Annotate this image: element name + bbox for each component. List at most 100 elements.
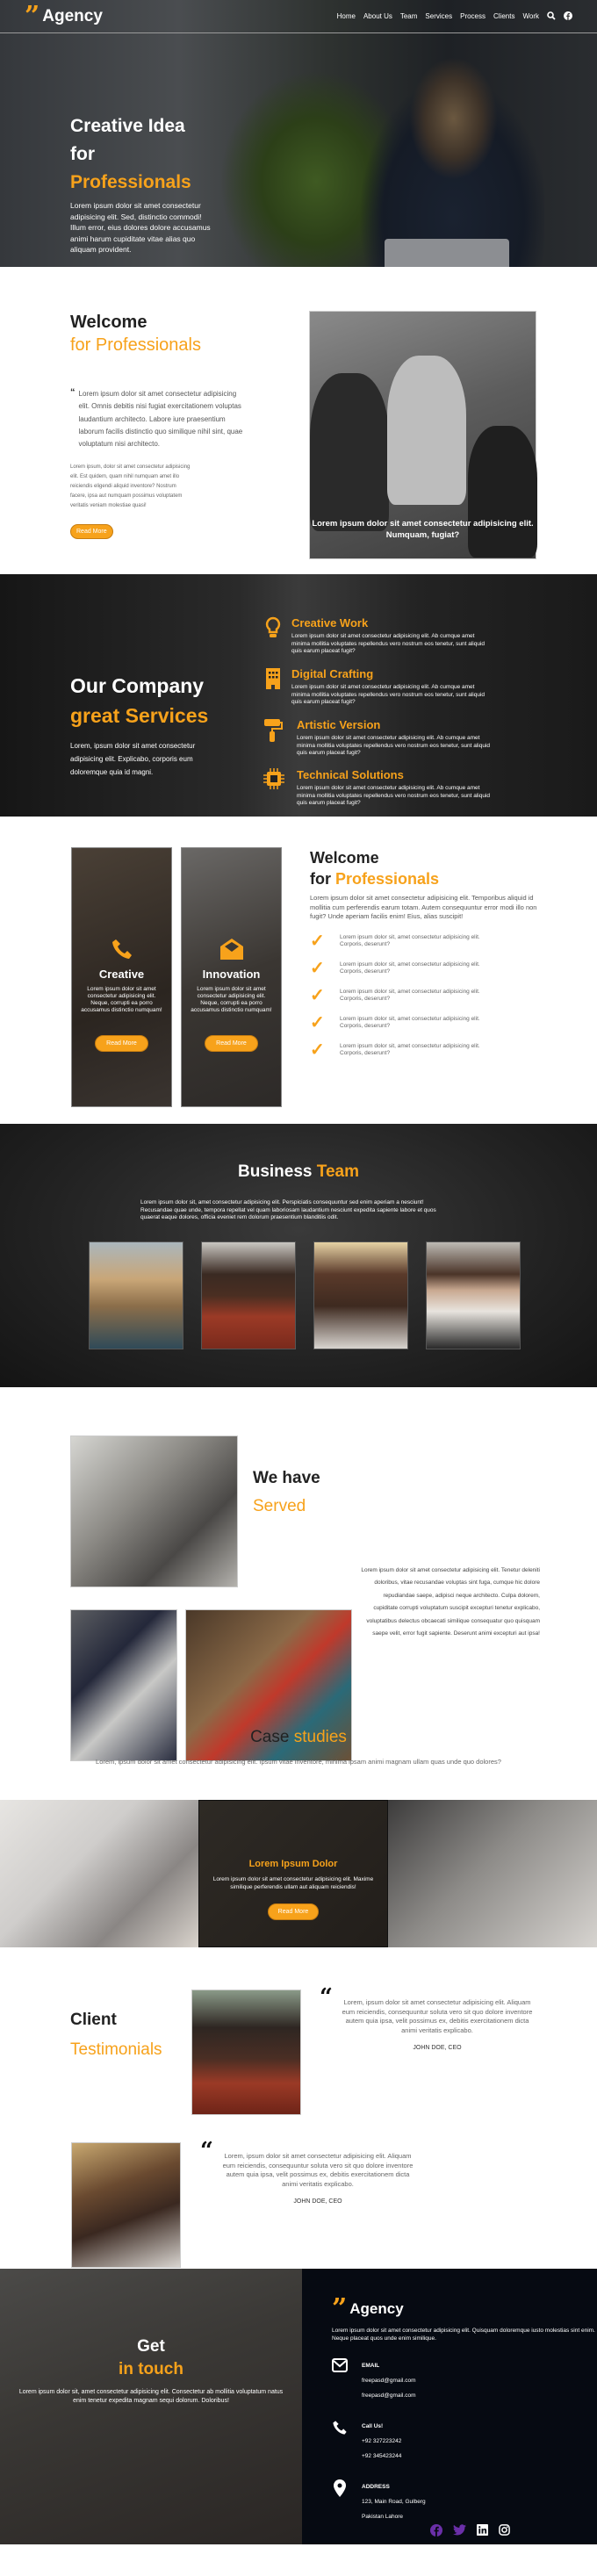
services-intro: Our Company great Services Lorem, ipsum … xyxy=(70,671,211,779)
checkmark-icon: ✓ xyxy=(310,931,325,951)
welcome-section: Welcome for Professionals “ Lorem ipsum … xyxy=(0,267,597,574)
team-title-main: Business xyxy=(238,1162,317,1181)
case-lead: Lorem, ipsum dolor sit amet consectetur … xyxy=(96,1758,501,1766)
welcome-quote-text: Lorem ipsum dolor sit amet consectetur a… xyxy=(78,390,243,449)
services-text: Lorem, ipsum dolor sit amet consectetur … xyxy=(70,742,196,776)
hero-title-line2: for xyxy=(70,144,95,164)
contact-address-line: 123, Main Road, Gulberg xyxy=(362,2499,426,2505)
features-title-main: Welcome xyxy=(310,849,379,867)
logo[interactable]: ” Agency xyxy=(25,3,103,29)
contact-phone: Call Us! +92 327223242 +92 345423244 xyxy=(332,2419,597,2464)
feature-card-title: Creative xyxy=(98,968,145,981)
team-title-accent: Team xyxy=(316,1162,359,1181)
checkmark-icon: ✓ xyxy=(310,985,325,1005)
check-item: ✓ Lorem ipsum dolor sit, amet consectetur… xyxy=(310,1012,547,1033)
envelope-icon xyxy=(332,2358,348,2403)
testimonial-author: JOHN DOE, CEO xyxy=(413,2045,462,2051)
testimonial-quote: “ Lorem, ipsum dolor sit amet consectetu… xyxy=(320,1987,534,2054)
team-member-photo[interactable] xyxy=(89,1241,183,1349)
case-read-more-button[interactable]: Read More xyxy=(267,1903,320,1920)
nav-clients[interactable]: Clients xyxy=(493,12,514,20)
welcome-read-more-button[interactable]: Read More xyxy=(70,524,113,540)
welcome-title-accent: for Professionals xyxy=(70,335,201,355)
nav-process[interactable]: Process xyxy=(460,12,486,20)
phone-icon xyxy=(332,2419,348,2464)
footer: Get in touch Lorem ipsum dolor sit, amet … xyxy=(0,2269,597,2544)
contact-email-value[interactable]: freepasd@gmail.com xyxy=(362,2373,416,2388)
search-icon[interactable] xyxy=(547,11,556,22)
check-text: Lorem ipsum dolor sit, amet consectetur … xyxy=(340,1042,480,1057)
case-feature-card: Lorem Ipsum Dolor Lorem ipsum dolor sit … xyxy=(198,1800,388,1947)
contact-phone-value[interactable]: +92 345423244 xyxy=(362,2449,401,2464)
services-title-accent: great Services xyxy=(70,704,209,727)
features-title: Welcome for Professionals xyxy=(310,847,547,889)
contact-email-label: EMAIL xyxy=(362,2363,380,2369)
linkedin-icon[interactable] xyxy=(477,2524,488,2539)
get-in-touch-title-accent: in touch xyxy=(119,2360,183,2378)
team-text: Lorem ipsum dolor sit, amet consectetur … xyxy=(140,1199,436,1220)
facebook-icon[interactable] xyxy=(564,11,572,22)
service-text: Lorem ipsum dolor sit amet consectetur a… xyxy=(297,785,491,806)
hero-background-person xyxy=(342,53,544,267)
instagram-icon[interactable] xyxy=(499,2524,510,2539)
main-nav: Home About Us Team Services Process Clie… xyxy=(337,11,572,22)
check-item: ✓ Lorem ipsum dolor sit, amet consectetur… xyxy=(310,960,547,977)
testimonial-photo xyxy=(191,1990,301,2115)
feature-card-innovation: Innovation Lorem ipsum dolor sit amet co… xyxy=(181,847,282,1107)
map-pin-icon xyxy=(332,2479,348,2524)
quote-icon: “ xyxy=(200,2138,213,2164)
testimonials-title-main: Client xyxy=(70,2011,117,2029)
hero-title-accent: Professionals xyxy=(70,172,191,192)
footer-info-panel: ” Agency Lorem ipsum dolor sit amet cons… xyxy=(302,2269,597,2544)
features-title-plain: for xyxy=(310,870,335,888)
hero-content: Creative Idea for Professionals Lorem ip… xyxy=(70,112,219,267)
footer-logo[interactable]: ” Agency xyxy=(332,2293,597,2324)
service-text: Lorem ipsum dolor sit amet consectetur a… xyxy=(291,684,486,705)
facebook-icon[interactable] xyxy=(430,2524,442,2539)
case-studies-section: Case studies Lorem, ipsum dolor sit amet… xyxy=(0,1712,597,1967)
testimonial-photo xyxy=(71,2142,181,2268)
nav-about-us[interactable]: About Us xyxy=(363,12,392,20)
service-title: Technical Solutions xyxy=(297,768,404,781)
nav-services[interactable]: Services xyxy=(425,12,452,20)
contact-email-value[interactable]: freepasd@gmail.com xyxy=(362,2388,416,2403)
served-title-main: We have xyxy=(253,1469,320,1487)
social-links xyxy=(430,2524,510,2539)
hero-title: Creative Idea for Professionals xyxy=(70,112,219,197)
logo-quote-icon: ” xyxy=(332,2293,347,2324)
feature-card-title: Innovation xyxy=(202,968,261,981)
feature-card-read-more-button[interactable]: Read More xyxy=(95,1035,148,1052)
nav-work[interactable]: Work xyxy=(522,12,539,20)
features-lead: Lorem ipsum dolor sit amet consectetur a… xyxy=(310,894,537,920)
check-item: ✓ Lorem ipsum dolor sit, amet consectetur… xyxy=(310,1041,547,1059)
check-text: Lorem ipsum dolor sit, amet consectetur … xyxy=(340,988,480,1003)
case-card-title: Lorem Ipsum Dolor xyxy=(248,1859,338,1869)
team-member-photo[interactable] xyxy=(426,1241,521,1349)
nav-home[interactable]: Home xyxy=(337,12,356,20)
contact-phone-value[interactable]: +92 327223242 xyxy=(362,2434,401,2449)
service-title: Creative Work xyxy=(291,616,369,630)
footer-logo-text: Agency xyxy=(349,2300,404,2317)
served-text: Lorem ipsum dolor sit amet consectetur a… xyxy=(361,1567,540,1637)
team-member-photo[interactable] xyxy=(201,1241,296,1349)
service-item: Digital Crafting Lorem ipsum dolor sit am… xyxy=(263,667,500,707)
twitter-icon[interactable] xyxy=(453,2524,466,2539)
service-item: Technical Solutions Lorem ipsum dolor sit… xyxy=(263,768,500,808)
team-title: Business Team xyxy=(0,1124,597,1182)
testimonials-section: Client Testimonials “ Lorem, ipsum dolor … xyxy=(0,1967,597,2269)
checkmark-icon: ✓ xyxy=(310,1012,325,1033)
served-title: We have Served xyxy=(253,1464,320,1521)
feature-card-read-more-button[interactable]: Read More xyxy=(205,1035,258,1052)
photo-figure-man-standing xyxy=(387,356,466,505)
lightbulb-icon xyxy=(263,616,283,656)
get-in-touch-title-main: Get xyxy=(137,2337,165,2356)
service-item: Artistic Version Lorem ipsum dolor sit am… xyxy=(263,718,500,758)
testimonials-title: Client Testimonials xyxy=(70,2005,162,2065)
hero-background-laptop xyxy=(385,239,509,267)
services-title-main: Our Company xyxy=(70,674,205,697)
case-title: Case studies xyxy=(0,1712,597,1747)
phone-icon xyxy=(72,938,171,966)
team-member-photo[interactable] xyxy=(313,1241,408,1349)
welcome-title: Welcome for Professionals xyxy=(70,311,246,356)
nav-team[interactable]: Team xyxy=(400,12,418,20)
